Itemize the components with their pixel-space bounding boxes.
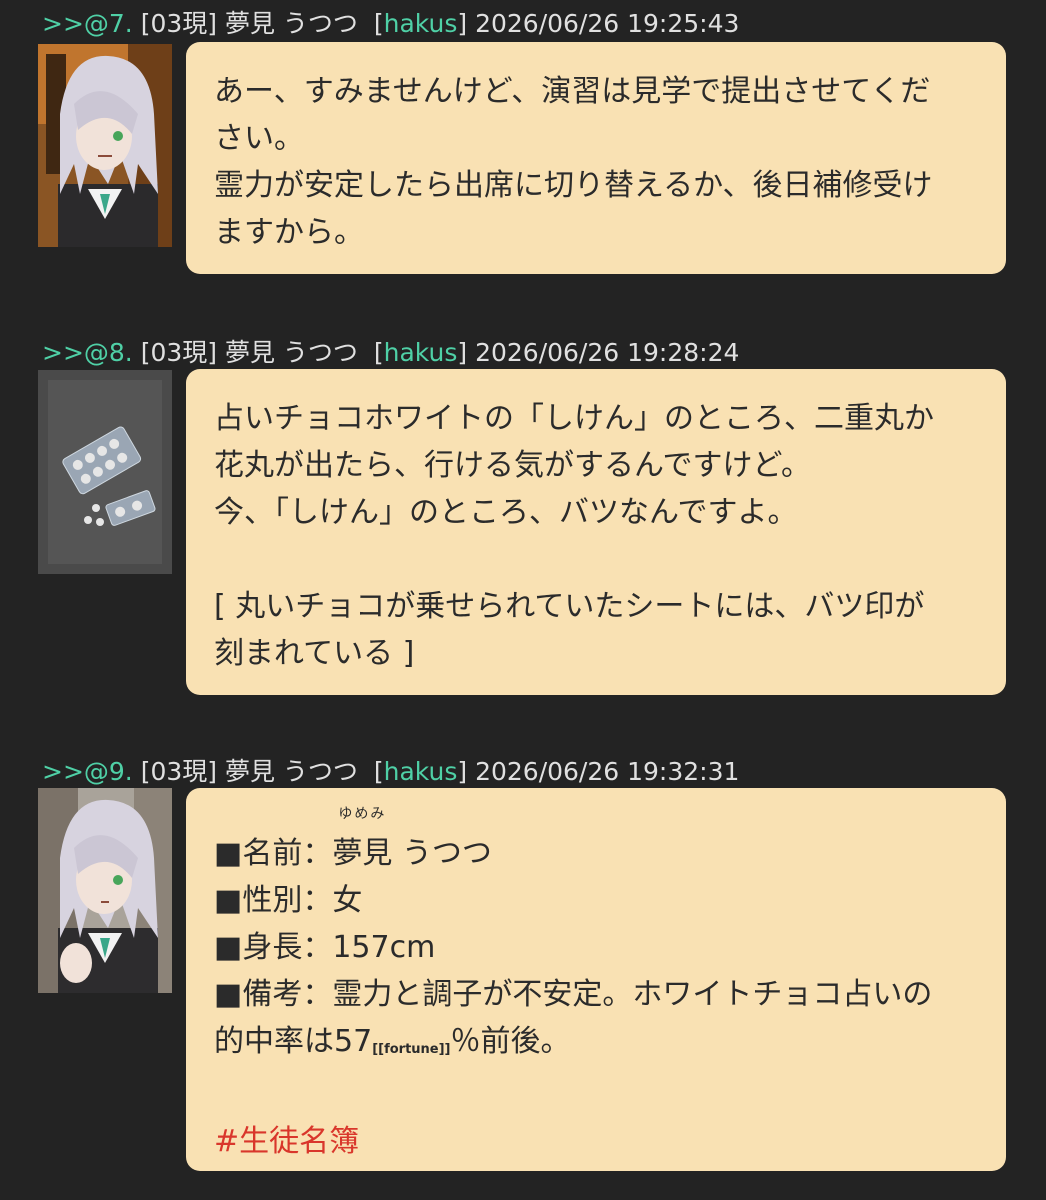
post-timestamp: 2026/06/26 19:32:31 <box>475 757 740 786</box>
author-name: 夢見 うつつ <box>224 757 358 786</box>
post-timestamp: 2026/06/26 19:28:24 <box>475 338 740 367</box>
message-line: ますから。 <box>214 215 364 250</box>
post-header: >>@7. [03現] 夢見 うつつ [hakus] 2026/06/26 19… <box>42 9 740 38</box>
profile-gender-line: ■性別：女 <box>214 883 363 918</box>
message-line: 霊力が安定したら出席に切り替えるか、後日補修受け <box>214 168 933 203</box>
trip-code[interactable]: hakus <box>384 757 458 786</box>
room-label: [03現] <box>140 757 218 786</box>
post-anchor-link[interactable]: >>@8. <box>42 338 133 367</box>
author-name: 夢見 うつつ <box>224 338 358 367</box>
room-label: [03現] <box>140 9 218 38</box>
room-label: [03現] <box>140 338 218 367</box>
post-anchor-link[interactable]: >>@9. <box>42 757 133 786</box>
author-name: 夢見 うつつ <box>224 9 358 38</box>
trip-code[interactable]: hakus <box>384 338 458 367</box>
avatar-portrait-worried <box>38 44 172 247</box>
message-line: 占いチョコホワイトの「しけん」のところ、二重丸か <box>214 401 934 436</box>
message-bubble: あー、すみませんけど、演習は見学で提出させてくだ さい。 霊力が安定したら出席に… <box>186 42 1006 274</box>
fortune-placeholder: [[fortune]] <box>372 1042 451 1057</box>
profile-name-line: ■名前： ゆめみ 夢見 うつつ <box>214 806 980 877</box>
chocolate-sheet-image <box>38 370 172 574</box>
hashtag-link[interactable]: #生徒名簿 <box>214 1118 980 1165</box>
message-bubble: 占いチョコホワイトの「しけん」のところ、二重丸か 花丸が出たら、行ける気がするん… <box>186 369 1006 695</box>
post-timestamp: 2026/06/26 19:25:43 <box>475 9 740 38</box>
post-7: >>@7. [03現] 夢見 うつつ [hakus] 2026/06/26 19… <box>0 4 1046 284</box>
message-line: 花丸が出たら、行ける気がするんですけど。 <box>214 448 811 483</box>
message-line: あー、すみませんけど、演習は見学で提出させてくだ <box>214 74 931 109</box>
message-line: 今、「しけん」のところ、バツなんですよ。 <box>214 495 798 530</box>
post-header: >>@9. [03現] 夢見 うつつ [hakus] 2026/06/26 19… <box>42 757 740 786</box>
profile-height-line: ■身長：157cm <box>214 930 436 965</box>
post-anchor-link[interactable]: >>@7. <box>42 9 133 38</box>
message-line: さい。 <box>214 121 304 156</box>
profile-notes-line: ■備考：霊力と調子が不安定。ホワイトチョコ占いの <box>214 977 933 1012</box>
profile-bubble: ■名前： ゆめみ 夢見 うつつ ■性別：女 ■身長：157cm ■備考：霊力と調子が… <box>186 788 1006 1171</box>
name-ruby: ゆめみ 夢見 <box>332 806 393 871</box>
avatar-portrait-thinking <box>38 788 172 993</box>
name-furigana: ゆめみ <box>338 806 387 822</box>
profile-notes-line: 的中率は57[[fortune]]％前後。 <box>214 1024 571 1059</box>
message-line: [ 丸いチョコが乗せられていたシートには、バツ印が <box>214 589 925 624</box>
message-line <box>214 536 980 583</box>
message-line: 刻まれている ] <box>214 636 415 671</box>
post-8: >>@8. [03現] 夢見 うつつ [hakus] 2026/06/26 19… <box>0 333 1046 698</box>
post-9: >>@9. [03現] 夢見 うつつ [hakus] 2026/06/26 19… <box>0 752 1046 1172</box>
post-header: >>@8. [03現] 夢見 うつつ [hakus] 2026/06/26 19… <box>42 338 740 367</box>
trip-code[interactable]: hakus <box>384 9 458 38</box>
